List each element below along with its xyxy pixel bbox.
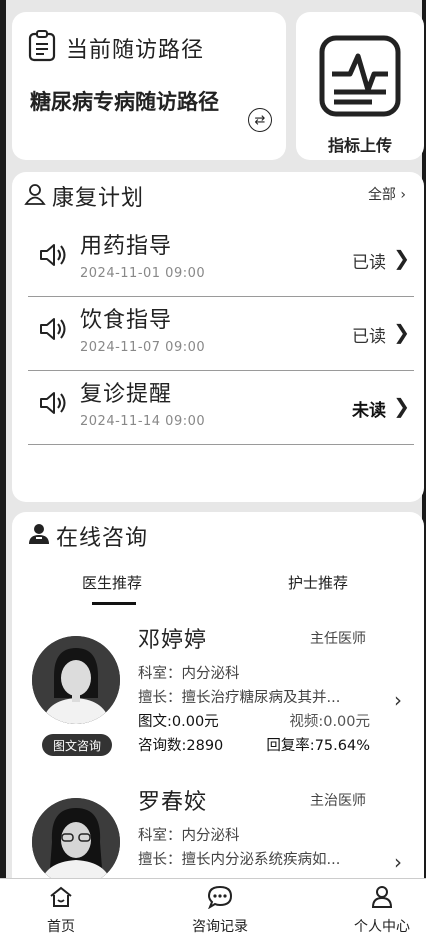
plan-name: 饮食指导 (80, 308, 173, 333)
doctor-icon (28, 523, 50, 549)
consult-header: 在线咨询 (28, 520, 148, 552)
doctor-rank: 主任医师 (310, 631, 366, 647)
tab-label: 咨询记录 (192, 919, 248, 935)
plan-status: 未读 (352, 401, 386, 421)
active-tab-indicator (92, 602, 136, 605)
doctor-name: 罗春姣 (138, 790, 208, 815)
plan-item-revisit[interactable]: 复诊提醒 2024-11-14 09:00 未读 ❯ (28, 370, 414, 445)
clipboard-icon (28, 30, 56, 66)
person-icon (24, 183, 46, 209)
plan-name: 用药指导 (80, 234, 173, 259)
view-all-link[interactable]: 全部 › (368, 184, 406, 204)
text-consult-button[interactable]: 图文咨询 (42, 734, 112, 756)
upload-label: 指标上传 (327, 136, 392, 155)
rehab-plan-card: 康复计划 全部 › 用药指导 2024-11-01 09:00 已读 ❯ 饮食指… (12, 172, 424, 502)
plan-date: 2024-11-01 09:00 (80, 266, 206, 281)
speaker-icon (38, 390, 68, 420)
online-consult-card: 在线咨询 医生推荐 护士推荐 图文咨询 邓婷婷 主任医师 科室：内分泌科 擅长：… (12, 512, 424, 892)
user-icon (344, 885, 420, 913)
path-name: 糖尿病专病随访路径 (30, 90, 219, 114)
tab-consult-records[interactable]: 咨询记录 (182, 885, 258, 936)
doctor-department: 科室：内分泌科 (138, 666, 240, 682)
doctor-card[interactable]: 罗春姣 主治医师 科室：内分泌科 擅长：擅长内分泌系统疾病如... › (12, 784, 424, 892)
plan-status: 已读 (352, 253, 386, 273)
ecg-monitor-icon (318, 34, 402, 122)
avatar (32, 798, 120, 886)
tab-label: 首页 (47, 919, 75, 935)
plan-date: 2024-11-07 09:00 (80, 340, 206, 355)
doctor-department: 科室：内分泌科 (138, 828, 240, 844)
path-card-title: 当前随访路径 (66, 38, 205, 63)
doctor-card[interactable]: 图文咨询 邓婷婷 主任医师 科室：内分泌科 擅长：擅长治疗糖尿病及其并... 图… (12, 622, 424, 782)
reply-rate: 回复率:75.64% (266, 738, 370, 754)
chevron-right-icon: ❯ (393, 246, 410, 270)
rehab-title: 康复计划 (52, 186, 145, 211)
tab-label: 个人中心 (354, 919, 410, 935)
consult-title: 在线咨询 (56, 526, 149, 551)
rehab-header: 康复计划 (24, 180, 144, 212)
plan-status: 已读 (352, 327, 386, 347)
tab-doctor-recommend[interactable]: 医生推荐 (82, 572, 142, 593)
chevron-right-icon: › (394, 688, 402, 712)
left-frame-edge (0, 0, 6, 945)
chevron-right-icon: › (394, 850, 402, 874)
plan-name: 复诊提醒 (80, 382, 173, 407)
current-path-card[interactable]: 当前随访路径 糖尿病专病随访路径 ⇄ (12, 12, 286, 160)
avatar (32, 636, 120, 724)
speaker-icon (38, 242, 68, 272)
speaker-icon (38, 316, 68, 346)
path-title-row: 当前随访路径 (28, 30, 204, 66)
chat-icon (182, 885, 258, 913)
plan-item-medication[interactable]: 用药指导 2024-11-01 09:00 已读 ❯ (28, 222, 414, 297)
tab-nurse-recommend[interactable]: 护士推荐 (288, 572, 348, 593)
consult-count: 咨询数:2890 (138, 738, 224, 754)
video-price: 视频:0.00元 (289, 714, 370, 730)
home-icon (36, 885, 86, 913)
doctor-specialty: 擅长：擅长治疗糖尿病及其并... (138, 690, 341, 706)
chevron-right-icon: ❯ (393, 394, 410, 418)
doctor-specialty: 擅长：擅长内分泌系统疾病如... (138, 852, 341, 868)
bottom-tab-bar: 首页 咨询记录 个人中心 (0, 878, 426, 946)
switch-path-icon[interactable]: ⇄ (248, 108, 272, 132)
indicator-upload-card[interactable]: 指标上传 (296, 12, 424, 160)
plan-item-diet[interactable]: 饮食指导 2024-11-07 09:00 已读 ❯ (28, 296, 414, 371)
tab-profile[interactable]: 个人中心 (344, 885, 420, 936)
text-price: 图文:0.00元 (138, 714, 219, 730)
plan-date: 2024-11-14 09:00 (80, 414, 206, 429)
tab-home[interactable]: 首页 (36, 885, 86, 936)
chevron-right-icon: ❯ (393, 320, 410, 344)
doctor-name: 邓婷婷 (138, 628, 208, 653)
doctor-rank: 主治医师 (310, 793, 366, 809)
